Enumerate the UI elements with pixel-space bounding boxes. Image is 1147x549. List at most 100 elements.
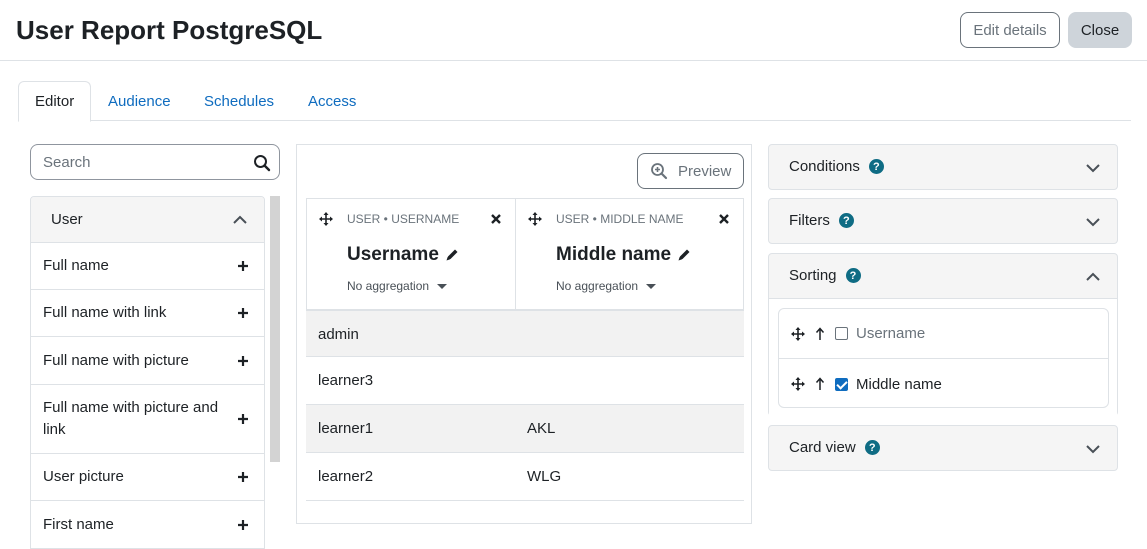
edit-details-button[interactable]: Edit details bbox=[960, 12, 1060, 48]
move-icon[interactable] bbox=[791, 377, 805, 391]
pencil-icon[interactable] bbox=[445, 248, 459, 262]
tab-audience[interactable]: Audience bbox=[92, 81, 187, 121]
sorting-body: Username Middle name bbox=[769, 298, 1117, 416]
caret-down-icon bbox=[646, 283, 657, 289]
table-row: learner1 AKL bbox=[306, 405, 744, 453]
close-icon[interactable] bbox=[719, 214, 729, 224]
sorting-title[interactable]: Sorting ? bbox=[789, 267, 861, 284]
help-icon[interactable]: ? bbox=[868, 159, 884, 174]
source-item-full-name-with-picture-and-link[interactable]: Full name with picture and link bbox=[31, 385, 264, 454]
chevron-up-icon[interactable] bbox=[1085, 269, 1101, 285]
move-icon[interactable] bbox=[319, 212, 333, 226]
sort-item-label: Username bbox=[856, 325, 926, 342]
chevron-down-icon[interactable] bbox=[1085, 160, 1101, 176]
card-view-card[interactable]: Card view ? bbox=[768, 425, 1118, 471]
plus-icon[interactable] bbox=[236, 259, 250, 273]
source-item-full-name[interactable]: Full name bbox=[31, 243, 264, 290]
cell-username: admin bbox=[318, 326, 359, 343]
table-row: admin bbox=[306, 309, 744, 357]
chevron-up-icon[interactable] bbox=[232, 212, 248, 228]
search-box bbox=[30, 144, 280, 180]
report-source-list: User Full name Full name with link Full … bbox=[30, 196, 265, 549]
cell-username: learner1 bbox=[318, 420, 374, 437]
pencil-icon[interactable] bbox=[677, 248, 691, 262]
source-group-label: User bbox=[51, 211, 83, 228]
source-item-full-name-with-link[interactable]: Full name with link bbox=[31, 290, 264, 337]
column-name-text: Middle name bbox=[556, 244, 672, 265]
help-icon[interactable]: ? bbox=[864, 440, 880, 455]
filters-label: Filters bbox=[789, 212, 830, 229]
preview-label: Preview bbox=[678, 162, 732, 180]
plus-icon[interactable] bbox=[236, 412, 250, 426]
close-button[interactable]: Close bbox=[1068, 12, 1132, 48]
source-group-user[interactable]: User bbox=[31, 197, 264, 243]
move-icon[interactable] bbox=[791, 326, 805, 341]
chevron-down-icon[interactable] bbox=[1085, 441, 1101, 457]
source-item-label: Full name with picture and link bbox=[43, 399, 219, 438]
filters-title: Filters ? bbox=[789, 212, 854, 229]
sort-item-middle-name: Middle name bbox=[779, 359, 1108, 409]
aggregation-value: No aggregation bbox=[347, 279, 430, 293]
card-view-label: Card view bbox=[789, 439, 856, 456]
plus-icon[interactable] bbox=[236, 518, 250, 532]
tab-schedules[interactable]: Schedules bbox=[188, 81, 290, 121]
aggregation-dropdown[interactable]: No aggregation bbox=[556, 279, 657, 293]
source-list-scrollbar[interactable] bbox=[270, 196, 280, 462]
column-header-middle-name: USER • MIDDLE NAME Middle name No aggreg… bbox=[515, 198, 744, 310]
report-editor: Preview USER • USERNAME Username No aggr… bbox=[296, 144, 752, 524]
sort-checkbox-username[interactable] bbox=[835, 327, 848, 340]
report-table-body: admin learner3 learner1 AKL learner2 WLG bbox=[306, 309, 744, 501]
column-name[interactable]: Username bbox=[347, 244, 459, 266]
plus-icon[interactable] bbox=[236, 306, 250, 320]
conditions-card[interactable]: Conditions ? bbox=[768, 144, 1118, 190]
plus-icon[interactable] bbox=[236, 354, 250, 368]
card-view-title: Card view ? bbox=[789, 439, 880, 456]
column-name[interactable]: Middle name bbox=[556, 244, 691, 266]
cell-username: learner2 bbox=[318, 468, 374, 485]
tab-editor[interactable]: Editor bbox=[18, 81, 92, 122]
table-row: learner2 WLG bbox=[306, 453, 744, 501]
cell-middle-name: WLG bbox=[527, 468, 562, 485]
chevron-down-icon[interactable] bbox=[1085, 214, 1101, 230]
cell-username: learner3 bbox=[318, 372, 374, 389]
page-header: User Report PostgreSQL Edit details Clos… bbox=[0, 0, 1147, 61]
column-category: USER • USERNAME bbox=[347, 212, 460, 226]
conditions-title: Conditions ? bbox=[789, 158, 884, 175]
caret-down-icon bbox=[437, 283, 448, 289]
cell-middle-name: AKL bbox=[527, 420, 556, 437]
zoom-in-icon bbox=[651, 163, 668, 180]
source-item-user-picture[interactable]: User picture bbox=[31, 454, 264, 501]
aggregation-dropdown[interactable]: No aggregation bbox=[347, 279, 448, 293]
tab-bar: Editor Audience Schedules Access bbox=[18, 81, 1131, 122]
plus-icon[interactable] bbox=[236, 470, 250, 484]
column-name-text: Username bbox=[347, 244, 439, 265]
close-icon[interactable] bbox=[491, 214, 501, 224]
column-header-username: USER • USERNAME Username No aggregation bbox=[306, 198, 516, 310]
source-item-first-name[interactable]: First name bbox=[31, 501, 264, 549]
sort-ascending-icon[interactable] bbox=[815, 377, 825, 391]
table-row: learner3 bbox=[306, 357, 744, 405]
sort-list: Username Middle name bbox=[778, 308, 1109, 408]
search-icon[interactable] bbox=[253, 154, 271, 172]
move-icon[interactable] bbox=[528, 212, 542, 226]
sorting-label: Sorting bbox=[789, 267, 837, 284]
source-item-label: Full name bbox=[43, 257, 109, 274]
source-item-label: Full name with link bbox=[43, 304, 167, 321]
sort-ascending-icon[interactable] bbox=[815, 326, 825, 341]
source-item-label: First name bbox=[43, 515, 114, 533]
aggregation-value: No aggregation bbox=[556, 279, 639, 293]
help-icon[interactable]: ? bbox=[845, 268, 861, 283]
page-title: User Report PostgreSQL bbox=[16, 15, 323, 45]
filters-card[interactable]: Filters ? bbox=[768, 198, 1118, 244]
help-icon[interactable]: ? bbox=[838, 213, 854, 228]
preview-button[interactable]: Preview bbox=[637, 153, 744, 189]
sort-checkbox-middle-name[interactable] bbox=[835, 377, 848, 391]
tab-access[interactable]: Access bbox=[292, 81, 372, 121]
sorting-card: Sorting ? Username Middle name bbox=[768, 253, 1118, 416]
source-item-label: Full name with picture bbox=[43, 351, 189, 369]
sort-item-label: Middle name bbox=[856, 375, 942, 393]
search-input[interactable] bbox=[43, 145, 253, 179]
source-item-label: User picture bbox=[43, 468, 124, 485]
column-category: USER • MIDDLE NAME bbox=[556, 212, 684, 226]
source-item-full-name-with-picture[interactable]: Full name with picture bbox=[31, 337, 264, 385]
